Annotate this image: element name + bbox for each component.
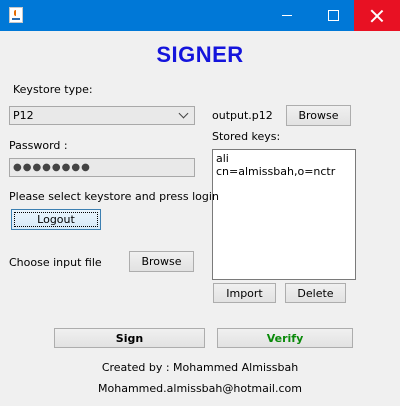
keystore-type-value: P12 xyxy=(13,109,34,122)
list-item[interactable]: cn=almissbah,o=nctr xyxy=(216,165,352,178)
verify-button[interactable]: Verify xyxy=(217,328,353,348)
maximize-icon xyxy=(327,10,339,21)
email-text: Mohammed.almissbah@hotmail.com xyxy=(98,382,302,395)
java-app-icon xyxy=(9,7,23,23)
list-item[interactable]: ali xyxy=(216,152,352,165)
minimize-button[interactable] xyxy=(264,0,310,31)
password-label: Password : xyxy=(9,139,68,152)
minimize-icon xyxy=(282,15,292,16)
keystore-browse-button[interactable]: Browse xyxy=(286,105,351,126)
delete-button[interactable]: Delete xyxy=(285,283,346,303)
input-file-browse-button[interactable]: Browse xyxy=(129,251,194,272)
credit-text: Created by : Mohammed Almissbah xyxy=(101,361,299,374)
keystore-type-label: Keystore type: xyxy=(13,83,93,96)
maximize-button[interactable] xyxy=(310,0,356,31)
keystore-file-name: output.p12 xyxy=(212,109,273,122)
chevron-down-icon xyxy=(178,108,189,119)
stored-keys-label: Stored keys: xyxy=(212,130,281,143)
logout-button[interactable]: Logout xyxy=(11,209,101,230)
title-bar xyxy=(0,0,400,31)
sign-button[interactable]: Sign xyxy=(54,328,205,348)
stored-keys-list[interactable]: ali cn=almissbah,o=nctr xyxy=(212,149,356,280)
input-file-label: Choose input file xyxy=(9,256,102,269)
password-field[interactable]: ●●●●●●●● xyxy=(9,158,195,177)
import-button[interactable]: Import xyxy=(213,283,276,303)
close-icon xyxy=(371,10,383,22)
keystore-type-select[interactable]: P12 xyxy=(9,106,195,125)
status-message: Please select keystore and press login xyxy=(9,190,219,203)
page-title: SIGNER xyxy=(156,42,244,67)
close-button[interactable] xyxy=(354,0,400,31)
